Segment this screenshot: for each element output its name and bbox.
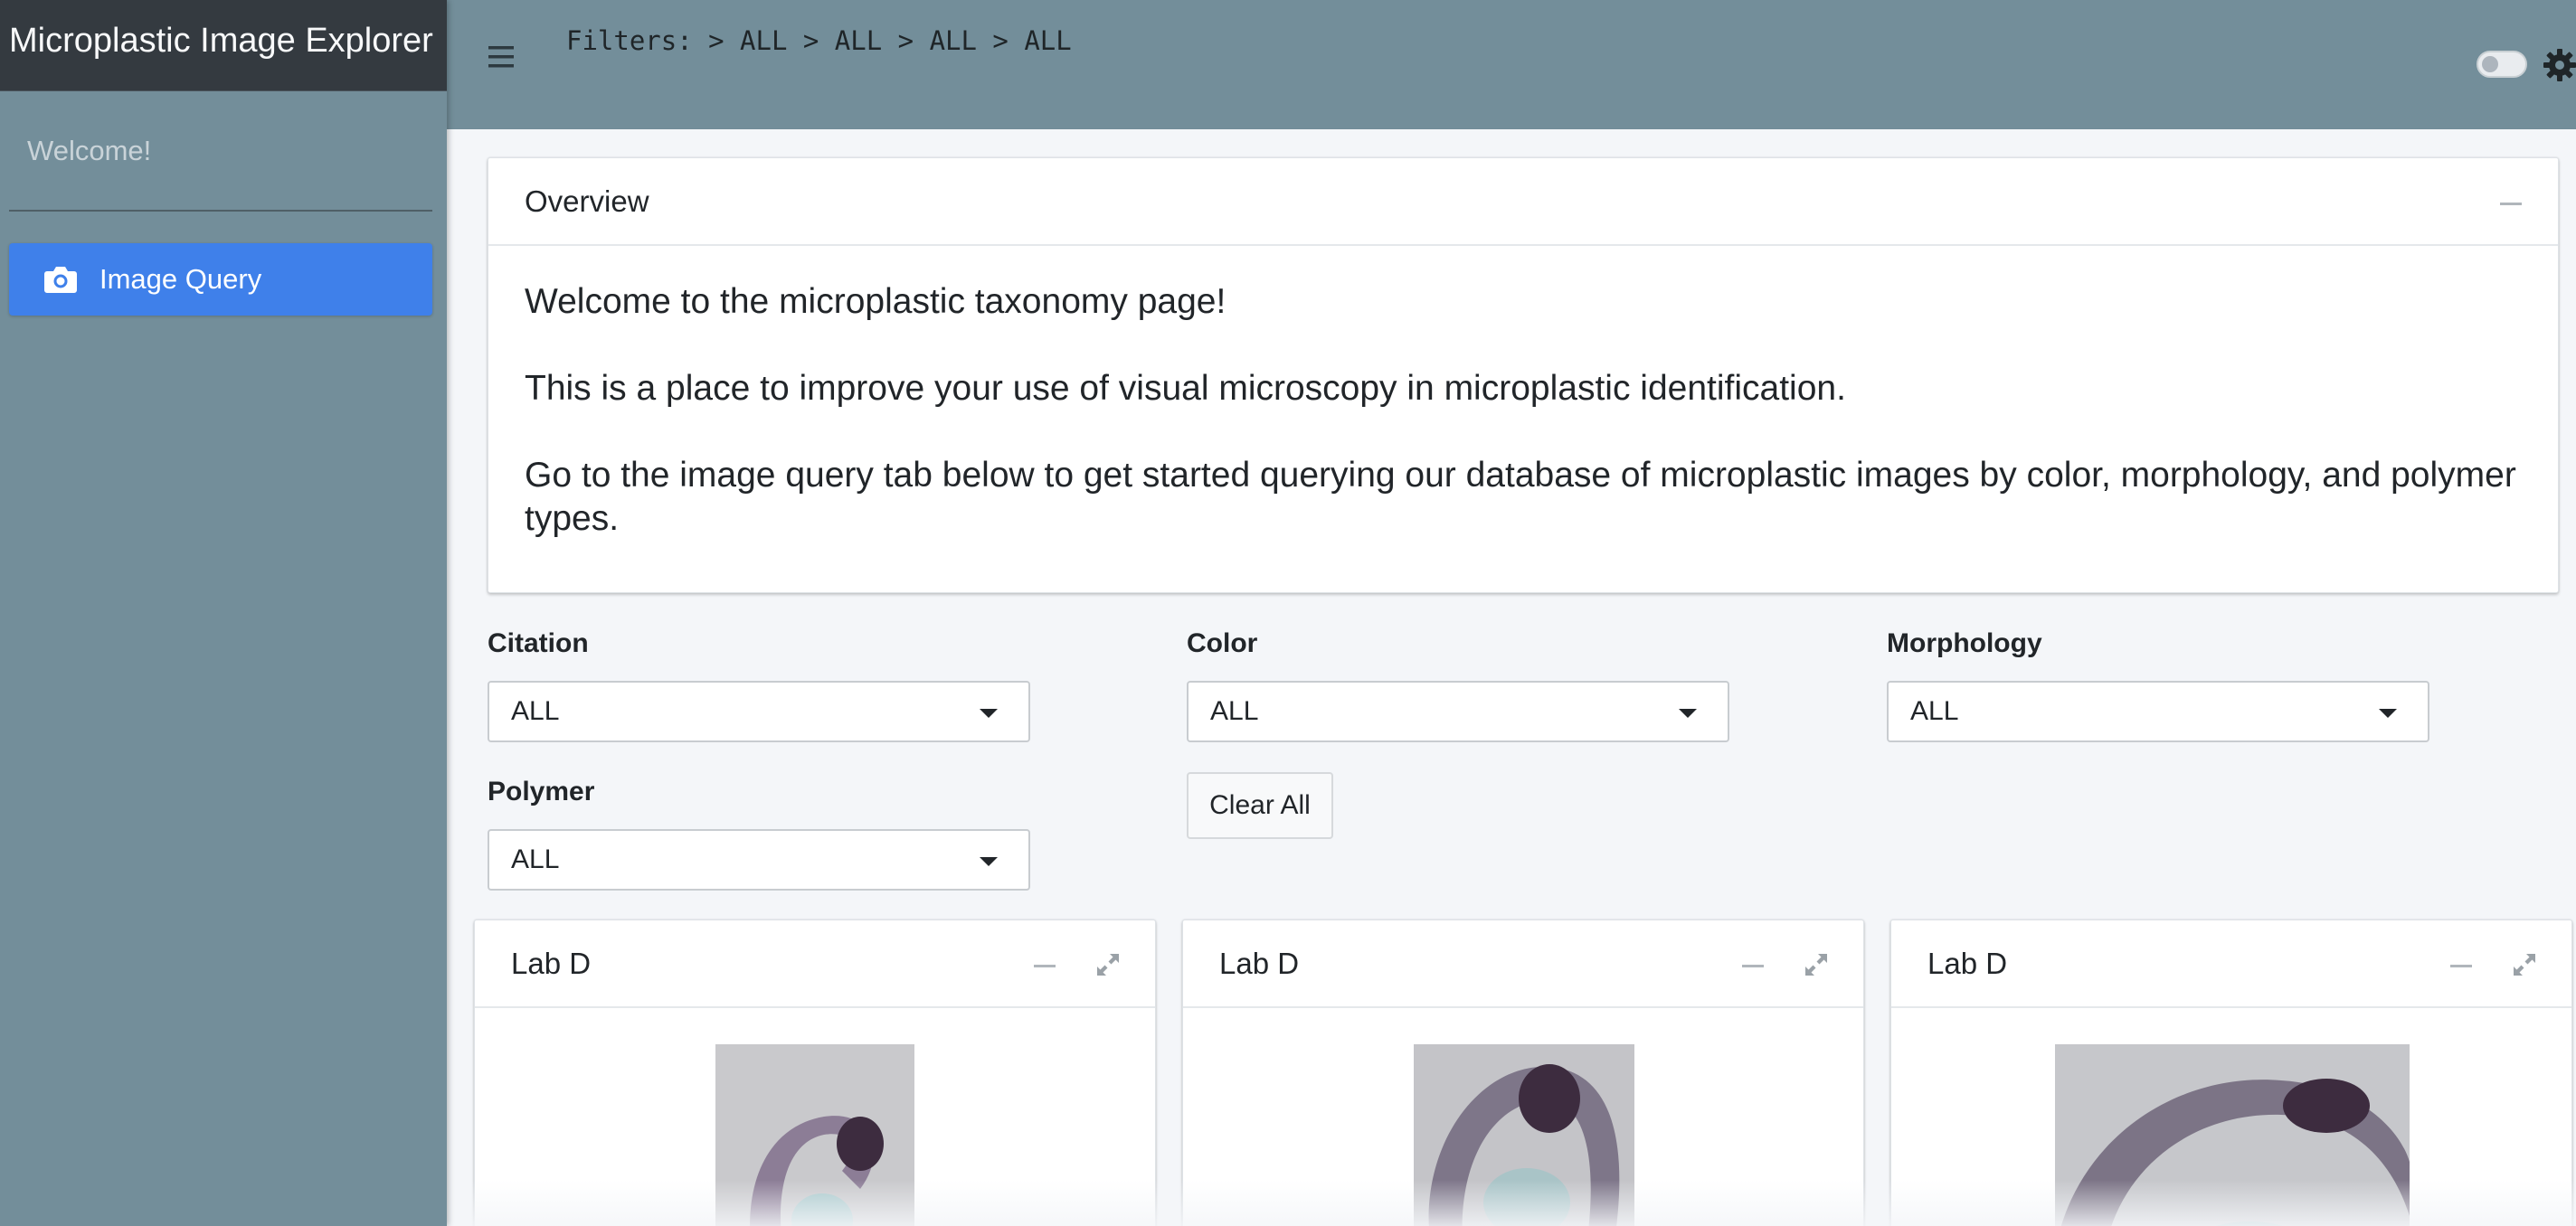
collapse-icon[interactable] <box>2500 203 2522 205</box>
collapse-icon[interactable] <box>1034 965 1056 967</box>
polymer-label: Polymer <box>488 777 595 806</box>
sidebar-item-image-query[interactable]: Image Query <box>9 243 432 316</box>
overview-title: Overview <box>525 184 649 218</box>
morphology-select[interactable]: ALL <box>1887 681 2429 742</box>
expand-icon[interactable] <box>2512 952 2537 977</box>
sidebar-item-label: Image Query <box>99 263 262 295</box>
collapse-icon[interactable] <box>2450 965 2472 967</box>
microplastic-image[interactable] <box>715 1044 914 1226</box>
hamburger-menu-icon[interactable] <box>488 43 517 71</box>
citation-select[interactable]: ALL <box>488 681 1030 742</box>
microplastic-image[interactable] <box>2055 1044 2410 1226</box>
color-label: Color <box>1187 628 1258 658</box>
chevron-down-icon <box>1679 709 1697 718</box>
collapse-icon[interactable] <box>1742 965 1764 967</box>
result-card-title: Lab D <box>1927 946 2008 980</box>
dark-mode-toggle[interactable] <box>2477 51 2527 78</box>
morphology-label: Morphology <box>1887 628 2042 658</box>
chevron-down-icon <box>980 857 998 866</box>
gear-icon[interactable] <box>2542 47 2576 83</box>
morphology-value: ALL <box>1910 696 1959 726</box>
overview-body: Welcome to the microplastic taxonomy pag… <box>488 246 2558 575</box>
expand-icon[interactable] <box>1095 952 1121 977</box>
color-value: ALL <box>1210 696 1259 726</box>
citation-value: ALL <box>511 696 560 726</box>
overview-paragraph: This is a place to improve your use of v… <box>525 369 1846 408</box>
clear-all-button[interactable]: Clear All <box>1187 772 1333 839</box>
filters-breadcrumb: Filters: > ALL > ALL > ALL > ALL <box>566 25 1072 56</box>
top-navbar: Filters: > ALL > ALL > ALL > ALL <box>447 0 2576 129</box>
overview-card: Overview Welcome to the microplastic tax… <box>488 157 2559 593</box>
camera-icon <box>44 267 77 293</box>
chevron-down-icon <box>2379 709 2397 718</box>
sidebar-divider <box>9 210 432 212</box>
welcome-text: Welcome! <box>27 135 152 166</box>
expand-icon[interactable] <box>1804 952 1829 977</box>
result-card: Lab D <box>1890 920 2572 1226</box>
overview-card-header: Overview <box>488 158 2558 246</box>
sidebar: Microplastic Image Explorer Welcome! Ima… <box>0 0 447 1226</box>
polymer-select[interactable]: ALL <box>488 829 1030 891</box>
citation-label: Citation <box>488 628 589 658</box>
microplastic-image[interactable] <box>1414 1044 1634 1226</box>
result-card-header: Lab D <box>1183 920 1863 1008</box>
overview-paragraph: Welcome to the microplastic taxonomy pag… <box>525 282 1226 321</box>
polymer-value: ALL <box>511 844 560 874</box>
result-card-title: Lab D <box>511 946 592 980</box>
chevron-down-icon <box>980 709 998 718</box>
result-card-header: Lab D <box>1891 920 2571 1008</box>
result-card: Lab D <box>474 920 1156 1226</box>
app-title[interactable]: Microplastic Image Explorer <box>0 0 447 91</box>
result-card: Lab D <box>1182 920 1864 1226</box>
overview-paragraph: Go to the image query tab below to get s… <box>525 456 2516 538</box>
color-select[interactable]: ALL <box>1187 681 1729 742</box>
result-card-header: Lab D <box>475 920 1155 1008</box>
result-card-title: Lab D <box>1219 946 1300 980</box>
